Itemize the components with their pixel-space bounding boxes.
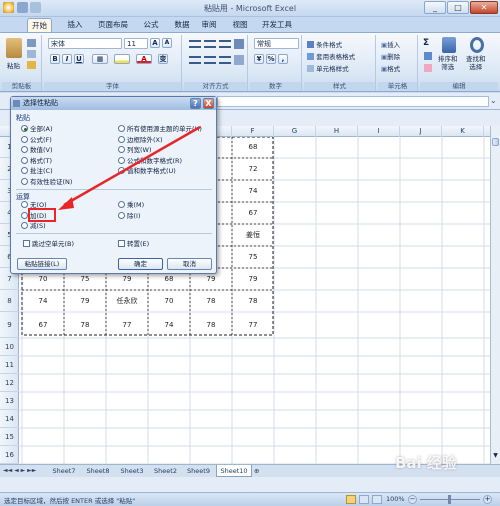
annotation-arrow (58, 125, 201, 210)
watermark: Bai 经验 (395, 454, 457, 472)
